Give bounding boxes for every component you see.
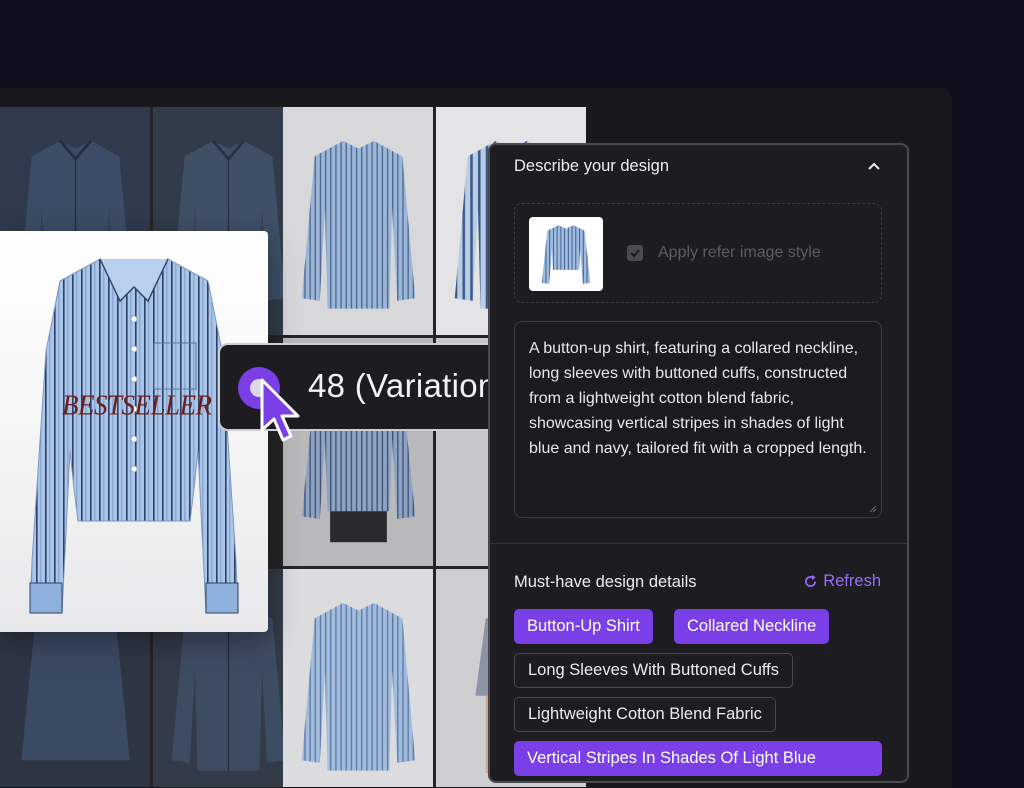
grid-item-3[interactable] bbox=[283, 107, 433, 335]
refresh-label: Refresh bbox=[823, 572, 881, 590]
reference-shirt-image bbox=[541, 225, 591, 284]
shirt-image bbox=[301, 141, 415, 309]
panel-title: Describe your design bbox=[514, 157, 669, 175]
featured-shirt-image bbox=[29, 258, 239, 614]
tag-button-up-shirt[interactable]: Button-Up Shirt bbox=[514, 609, 653, 644]
describe-design-panel: Describe your design Apply refer image s… bbox=[488, 143, 909, 783]
divider bbox=[490, 543, 907, 544]
description-text: A button-up shirt, featuring a collared … bbox=[529, 340, 867, 457]
grid-item-9[interactable] bbox=[283, 569, 433, 787]
design-description-textarea[interactable]: A button-up shirt, featuring a collared … bbox=[514, 321, 882, 518]
apply-style-checkbox[interactable] bbox=[627, 245, 643, 261]
chevron-up-icon[interactable] bbox=[867, 161, 881, 171]
apply-style-label: Apply refer image style bbox=[658, 244, 821, 261]
tag-vertical-stripes[interactable]: Vertical Stripes In Shades Of Light Blue bbox=[514, 741, 882, 776]
shirt-image bbox=[301, 603, 415, 771]
tag-collared-neckline[interactable]: Collared Neckline bbox=[674, 609, 830, 644]
reference-image-box: Apply refer image style bbox=[514, 203, 882, 303]
mouse-pointer-icon bbox=[260, 378, 300, 442]
refresh-icon bbox=[805, 575, 817, 587]
resize-handle-icon[interactable] bbox=[869, 505, 877, 513]
refresh-button[interactable]: Refresh bbox=[804, 572, 881, 591]
details-title: Must-have design details bbox=[514, 573, 697, 591]
featured-product-card[interactable] bbox=[0, 231, 268, 632]
reference-image-thumbnail[interactable] bbox=[529, 217, 603, 291]
tag-long-sleeves[interactable]: Long Sleeves With Buttoned Cuffs bbox=[514, 653, 794, 688]
check-icon bbox=[630, 249, 640, 258]
bestseller-badge: BESTSELLER bbox=[62, 389, 212, 421]
tag-lightweight-fabric[interactable]: Lightweight Cotton Blend Fabric bbox=[514, 697, 776, 732]
variation-label: 48 (Variation) bbox=[308, 367, 508, 404]
